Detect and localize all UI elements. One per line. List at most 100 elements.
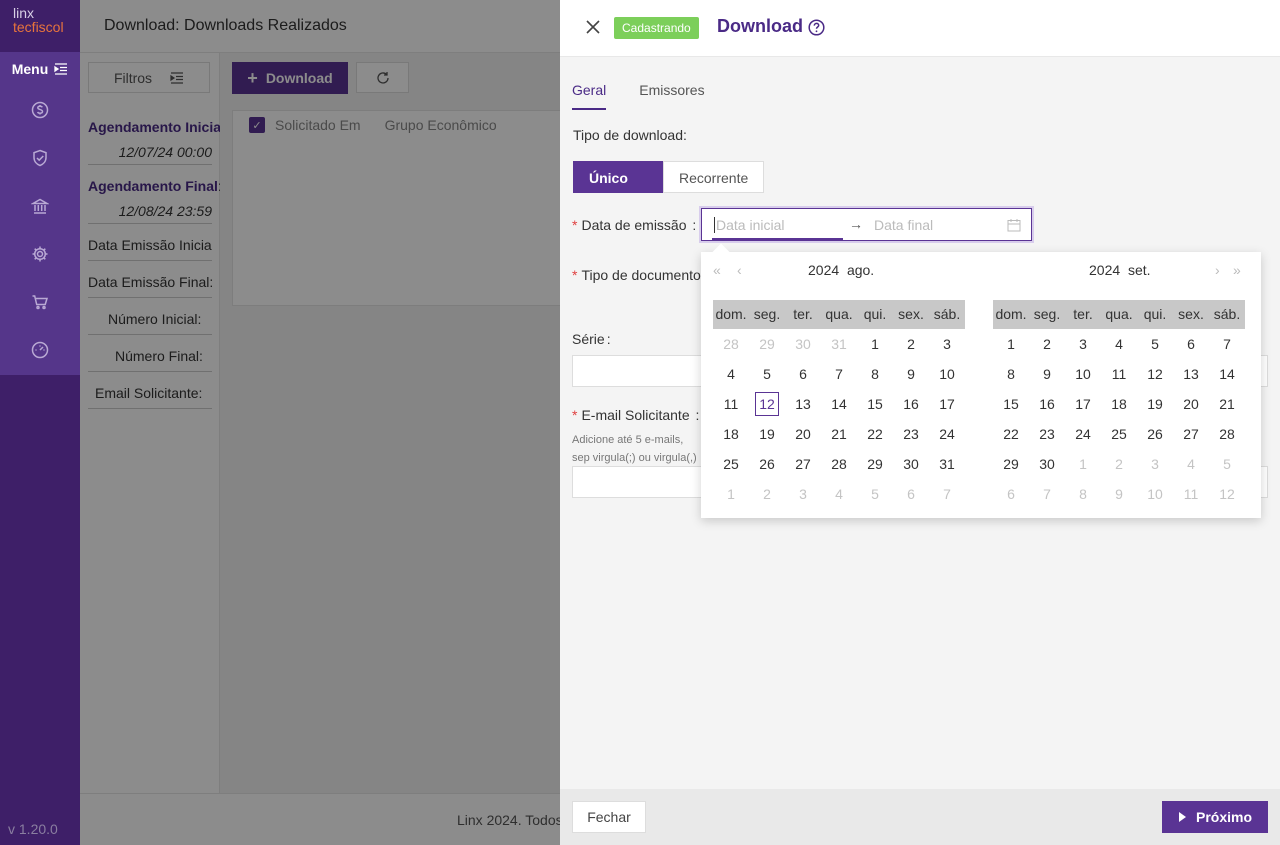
calendar-day[interactable]: 2 bbox=[1101, 449, 1137, 479]
calendar-day[interactable]: 23 bbox=[893, 419, 929, 449]
calendar-day[interactable]: 9 bbox=[1101, 479, 1137, 509]
calendar-day[interactable]: 21 bbox=[821, 419, 857, 449]
calendar-day[interactable]: 13 bbox=[1173, 359, 1209, 389]
calendar-day[interactable]: 15 bbox=[857, 389, 893, 419]
fechar-button[interactable]: Fechar bbox=[572, 801, 646, 833]
calendar-day[interactable]: 19 bbox=[749, 419, 785, 449]
calendar-day[interactable]: 5 bbox=[1137, 329, 1173, 359]
calendar-day[interactable]: 11 bbox=[713, 389, 749, 419]
calendar-day[interactable]: 20 bbox=[785, 419, 821, 449]
calendar-day[interactable]: 7 bbox=[1209, 329, 1245, 359]
calendar-day[interactable]: 3 bbox=[1065, 329, 1101, 359]
nav-settings[interactable] bbox=[0, 230, 80, 278]
calendar-day[interactable]: 29 bbox=[993, 449, 1029, 479]
proximo-button[interactable]: Próximo bbox=[1162, 801, 1268, 833]
calendar-day[interactable]: 3 bbox=[1137, 449, 1173, 479]
prev-month-button[interactable]: ‹ bbox=[737, 262, 741, 278]
left-year[interactable]: 2024 bbox=[808, 262, 839, 278]
calendar-day[interactable]: 23 bbox=[1029, 419, 1065, 449]
calendar-day[interactable]: 27 bbox=[1173, 419, 1209, 449]
calendar-day[interactable]: 2 bbox=[749, 479, 785, 509]
calendar-day[interactable]: 25 bbox=[1101, 419, 1137, 449]
left-month[interactable]: ago. bbox=[847, 262, 874, 278]
next-year-button[interactable]: » bbox=[1233, 262, 1241, 278]
calendar-day[interactable]: 6 bbox=[785, 359, 821, 389]
calendar-day[interactable]: 14 bbox=[821, 389, 857, 419]
calendar-day[interactable]: 20 bbox=[1173, 389, 1209, 419]
calendar-day[interactable]: 29 bbox=[749, 329, 785, 359]
calendar-day[interactable]: 28 bbox=[821, 449, 857, 479]
calendar-day[interactable]: 30 bbox=[893, 449, 929, 479]
tab-emissores[interactable]: Emissores bbox=[639, 82, 704, 110]
calendar-day[interactable]: 12 bbox=[1209, 479, 1245, 509]
calendar-day[interactable]: 21 bbox=[1209, 389, 1245, 419]
calendar-day[interactable]: 22 bbox=[857, 419, 893, 449]
calendar-day[interactable]: 18 bbox=[713, 419, 749, 449]
next-month-button[interactable]: › bbox=[1215, 262, 1219, 278]
calendar-day[interactable]: 5 bbox=[857, 479, 893, 509]
right-month[interactable]: set. bbox=[1128, 262, 1151, 278]
calendar-day[interactable]: 28 bbox=[713, 329, 749, 359]
nav-bank[interactable] bbox=[0, 182, 80, 230]
calendar-day[interactable]: 17 bbox=[929, 389, 965, 419]
calendar-day[interactable]: 14 bbox=[1209, 359, 1245, 389]
calendar-day[interactable]: 27 bbox=[785, 449, 821, 479]
calendar-day[interactable]: 16 bbox=[1029, 389, 1065, 419]
calendar-day[interactable]: 6 bbox=[1173, 329, 1209, 359]
calendar-day[interactable]: 1 bbox=[993, 329, 1029, 359]
calendar-day[interactable]: 30 bbox=[785, 329, 821, 359]
calendar-day[interactable]: 4 bbox=[1101, 329, 1137, 359]
calendar-day[interactable]: 10 bbox=[1065, 359, 1101, 389]
calendar-day[interactable]: 13 bbox=[785, 389, 821, 419]
calendar-day[interactable]: 31 bbox=[821, 329, 857, 359]
nav-cart[interactable] bbox=[0, 278, 80, 326]
calendar-day[interactable]: 12 bbox=[1137, 359, 1173, 389]
nav-dashboard[interactable] bbox=[0, 326, 80, 374]
calendar-day[interactable]: 26 bbox=[1137, 419, 1173, 449]
calendar-day[interactable]: 24 bbox=[929, 419, 965, 449]
calendar-day[interactable]: 1 bbox=[1065, 449, 1101, 479]
calendar-day[interactable]: 22 bbox=[993, 419, 1029, 449]
calendar-day[interactable]: 11 bbox=[1101, 359, 1137, 389]
calendar-day[interactable]: 5 bbox=[1209, 449, 1245, 479]
calendar-day[interactable]: 26 bbox=[749, 449, 785, 479]
calendar-day-today[interactable]: 12 bbox=[749, 389, 785, 419]
tab-geral[interactable]: Geral bbox=[572, 82, 607, 110]
nav-dollar[interactable] bbox=[0, 86, 80, 134]
calendar-day[interactable]: 6 bbox=[993, 479, 1029, 509]
calendar-day[interactable]: 2 bbox=[1029, 329, 1065, 359]
calendar-day[interactable]: 17 bbox=[1065, 389, 1101, 419]
tipo-unico-option[interactable]: Único bbox=[573, 161, 663, 193]
calendar-day[interactable]: 2 bbox=[893, 329, 929, 359]
calendar-day[interactable]: 29 bbox=[857, 449, 893, 479]
calendar-day[interactable]: 3 bbox=[929, 329, 965, 359]
right-year[interactable]: 2024 bbox=[1089, 262, 1120, 278]
menu-toggle[interactable]: Menu bbox=[0, 52, 80, 86]
calendar-day[interactable]: 10 bbox=[1137, 479, 1173, 509]
data-emissao-range-picker[interactable]: Data inicial → Data final bbox=[701, 208, 1032, 241]
calendar-day[interactable]: 4 bbox=[821, 479, 857, 509]
nav-shield[interactable] bbox=[0, 134, 80, 182]
calendar-day[interactable]: 18 bbox=[1101, 389, 1137, 419]
data-final-input[interactable]: Data final bbox=[874, 217, 933, 233]
calendar-day[interactable]: 30 bbox=[1029, 449, 1065, 479]
calendar-day[interactable]: 11 bbox=[1173, 479, 1209, 509]
calendar-day[interactable]: 3 bbox=[785, 479, 821, 509]
calendar-day[interactable]: 1 bbox=[713, 479, 749, 509]
data-inicial-input[interactable]: Data inicial bbox=[714, 217, 784, 233]
calendar-day[interactable]: 7 bbox=[1029, 479, 1065, 509]
prev-year-button[interactable]: « bbox=[713, 262, 721, 278]
calendar-day[interactable]: 7 bbox=[821, 359, 857, 389]
calendar-day[interactable]: 6 bbox=[893, 479, 929, 509]
calendar-day[interactable]: 31 bbox=[929, 449, 965, 479]
calendar-day[interactable]: 8 bbox=[857, 359, 893, 389]
calendar-day[interactable]: 4 bbox=[1173, 449, 1209, 479]
calendar-day[interactable]: 28 bbox=[1209, 419, 1245, 449]
calendar-day[interactable]: 16 bbox=[893, 389, 929, 419]
calendar-day[interactable]: 19 bbox=[1137, 389, 1173, 419]
calendar-day[interactable]: 24 bbox=[1065, 419, 1101, 449]
modal-overlay[interactable] bbox=[80, 0, 560, 845]
calendar-day[interactable]: 5 bbox=[749, 359, 785, 389]
calendar-day[interactable]: 9 bbox=[1029, 359, 1065, 389]
calendar-day[interactable]: 4 bbox=[713, 359, 749, 389]
